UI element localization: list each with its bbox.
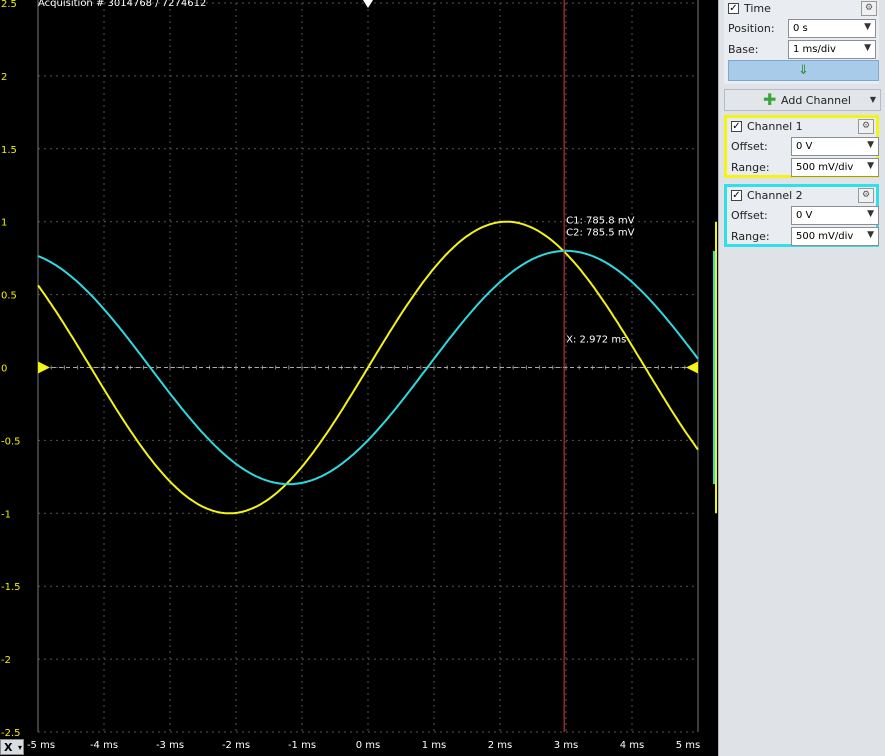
channel-2-checkbox[interactable]: ✓ <box>731 190 742 201</box>
base-value: 1 ms/div <box>793 44 836 55</box>
time-settings-icon[interactable]: ⚙ <box>861 1 877 16</box>
channel-1-group: ✓ Channel 1 ⚙ Offset: 0 V ▼ Range: 500 m… <box>724 115 879 178</box>
ch2-offset-value: 0 V <box>796 210 813 221</box>
settings-panel: ✓ Time ⚙ Position: 0 s ▼ Base: 1 ms/div … <box>718 0 885 756</box>
ch1-offset-value: 0 V <box>796 141 813 152</box>
channel-1-title: Channel 1 <box>747 120 803 133</box>
ch1-range-select[interactable]: 500 mV/div ▼ <box>791 158 879 177</box>
add-channel-button[interactable]: ✚ Add Channel ▼ <box>724 89 881 111</box>
y-tick-label: 0 <box>1 364 7 375</box>
cursor-c1-readout: C1: 785.8 mV <box>566 216 634 227</box>
ch1-offset-label: Offset: <box>731 140 768 153</box>
base-label: Base: <box>728 43 759 56</box>
plus-icon: ✚ <box>763 90 777 109</box>
y-tick-label: 1.5 <box>1 145 17 156</box>
chevron-down-icon: ▼ <box>867 140 874 150</box>
channel-zero-marker-right <box>686 361 698 374</box>
channel-2-title: Channel 2 <box>747 189 803 202</box>
chevron-down-icon: ▼ <box>867 230 874 240</box>
acquisition-counter: Acquisition # 3014768 / 7274612 <box>38 0 207 9</box>
apply-down-arrow-button[interactable]: ⇓ <box>728 60 879 81</box>
ch1-range-label: Range: <box>731 161 770 174</box>
ch2-range-value: 500 mV/div <box>796 231 854 242</box>
position-select[interactable]: 0 s ▼ <box>788 19 876 38</box>
trigger-position-marker <box>363 0 373 8</box>
channel-1-checkbox[interactable]: ✓ <box>731 121 742 132</box>
time-group: ✓ Time ⚙ Position: 0 s ▼ Base: 1 ms/div … <box>724 0 879 84</box>
y-tick-label: -2 <box>1 655 11 666</box>
ch1-offset-select[interactable]: 0 V ▼ <box>791 137 879 156</box>
x-tick-label: 4 ms <box>619 740 645 751</box>
chevron-down-icon: ▾ <box>17 743 22 752</box>
x-axis-selector-label: X <box>4 741 13 754</box>
y-tick-label: 1 <box>1 218 7 229</box>
y-tick-label: -1.5 <box>1 582 21 593</box>
y-tick-label: 0.5 <box>1 291 17 302</box>
cursor-c2-readout: C2: 785.5 mV <box>566 228 634 239</box>
x-tick-label: -2 ms <box>221 740 251 751</box>
y-tick-label: -1 <box>1 509 11 520</box>
chevron-down-icon: ▼ <box>867 209 874 219</box>
oscilloscope-plot[interactable]: 2.5 2 1.5 1 0.5 0 -0.5 -1 -1.5 -2 -2.5 C1: 785.8 mV… <box>0 0 718 738</box>
position-value: 0 s <box>793 23 808 34</box>
y-tick-label: 2.5 <box>1 0 17 10</box>
ch2-range-select[interactable]: 500 mV/div ▼ <box>791 227 879 246</box>
plot-canvas[interactable]: 2.5 2 1.5 1 0.5 0 -0.5 -1 -1.5 -2 -2.5 C1: 785.8 mV… <box>0 0 718 738</box>
base-select[interactable]: 1 ms/div ▼ <box>788 40 876 59</box>
ch2-offset-select[interactable]: 0 V ▼ <box>791 206 879 225</box>
x-tick-label: 2 ms <box>487 740 513 751</box>
x-tick-label: 3 ms <box>553 740 579 751</box>
x-axis-bar: X ▾ -5 ms -4 ms -3 ms -2 ms -1 ms 0 ms 1 ms 2 m… <box>0 738 718 756</box>
y-tick-label: -2.5 <box>1 728 21 738</box>
ch2-range-label: Range: <box>731 230 770 243</box>
x-tick-label: -5 ms <box>26 740 56 751</box>
chevron-down-icon: ▼ <box>864 22 871 32</box>
chevron-down-icon: ▼ <box>867 161 874 171</box>
ch1-range-value: 500 mV/div <box>796 162 854 173</box>
ch2-offset-label: Offset: <box>731 209 768 222</box>
time-checkbox[interactable]: ✓ <box>728 3 739 14</box>
channel-2-settings-icon[interactable]: ⚙ <box>858 188 874 203</box>
x-tick-label: 1 ms <box>421 740 447 751</box>
position-label: Position: <box>728 22 775 35</box>
y-tick-label: -0.5 <box>1 436 21 447</box>
cursor-x-readout: X: 2.972 ms <box>566 334 626 345</box>
chevron-down-icon[interactable]: ▼ <box>870 95 876 104</box>
x-tick-label: 5 ms <box>675 740 701 751</box>
time-title: Time <box>744 2 771 15</box>
x-tick-label: -1 ms <box>287 740 317 751</box>
x-tick-label: -3 ms <box>155 740 185 751</box>
channel-1-settings-icon[interactable]: ⚙ <box>858 119 874 134</box>
x-axis-selector[interactable]: X ▾ <box>0 739 24 755</box>
add-channel-label: Add Channel <box>781 94 851 107</box>
x-tick-label: 0 ms <box>355 740 381 751</box>
channel-2-group: ✓ Channel 2 ⚙ Offset: 0 V ▼ Range: 500 m… <box>724 184 879 247</box>
x-tick-label: -4 ms <box>89 740 119 751</box>
chevron-down-icon: ▼ <box>864 43 871 53</box>
y-tick-label: 2 <box>1 72 7 83</box>
channel-zero-marker-left <box>38 361 50 374</box>
